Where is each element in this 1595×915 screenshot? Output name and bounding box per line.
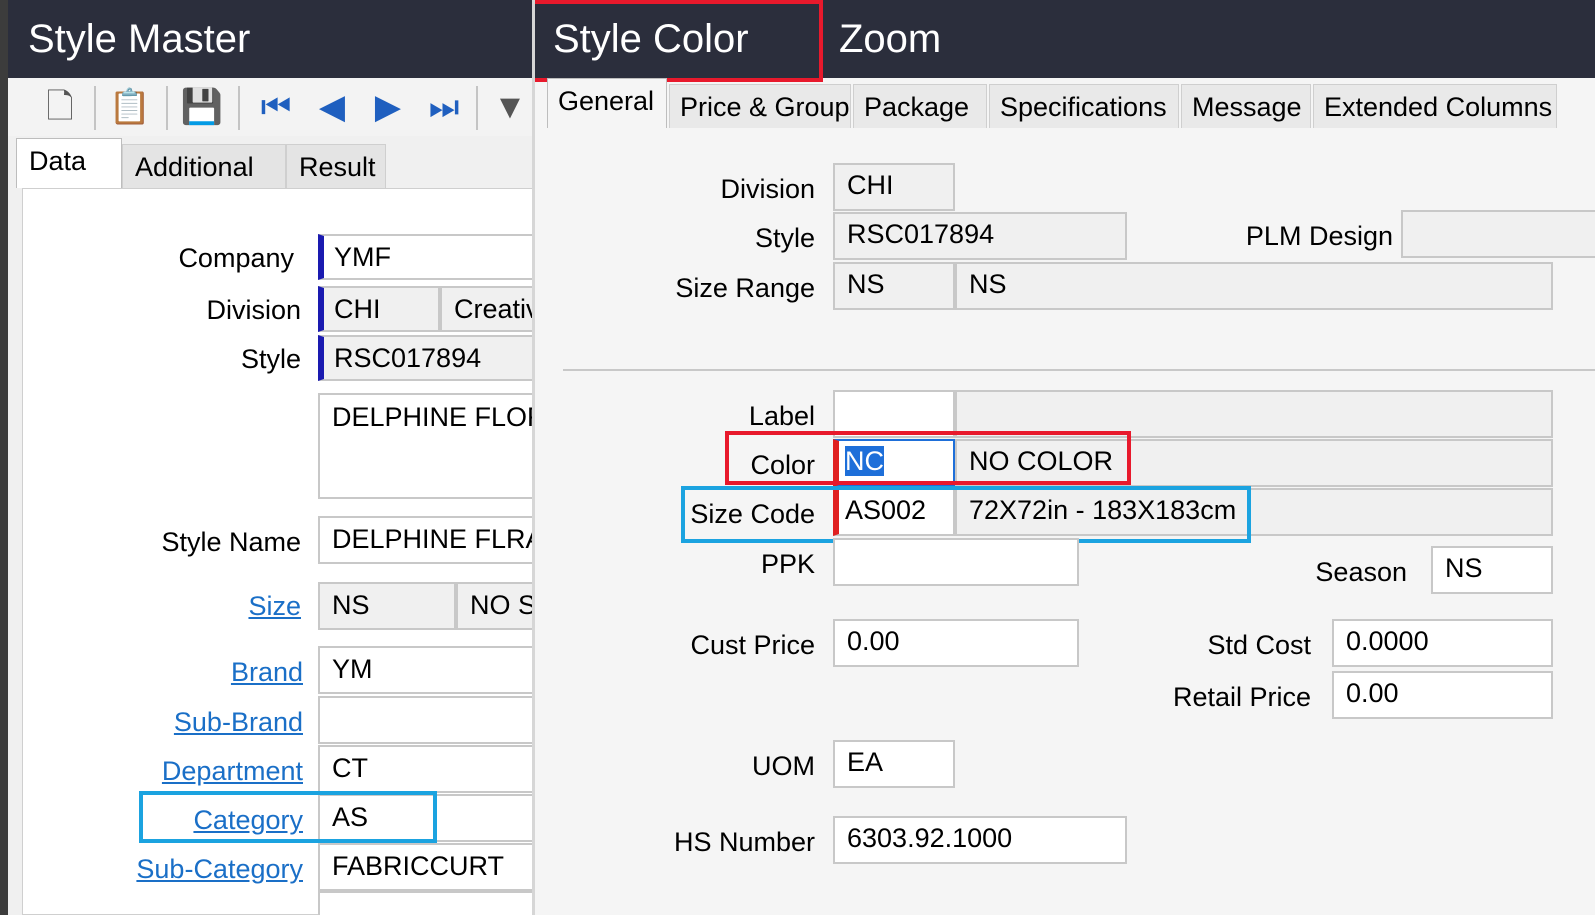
size-range-label: Size Range [675,273,815,303]
company-label: Company [178,243,294,273]
hs-number-field[interactable]: 6303.92.1000 [833,816,1127,864]
division-label: Division [206,295,301,325]
division-field[interactable]: CHI [318,286,440,332]
style-color-title-highlight [535,0,823,82]
brand-field[interactable]: YM [318,646,532,694]
std-cost-field[interactable]: 0.0000 [1332,619,1553,667]
brand-link[interactable]: Brand [68,652,303,692]
style-description-field[interactable]: DELPHINE FLOR [318,393,532,499]
toolbar-separator [476,86,478,130]
division-description: Creativ [440,286,532,332]
season-label: Season [1315,557,1407,587]
department-link[interactable]: Department [68,751,303,791]
style-color-window: Style Color Zoom General Price & Group P… [532,0,1595,915]
next-record-icon[interactable]: ▶ [364,84,412,130]
tab-price-group[interactable]: Price & Group [669,84,851,128]
tab-specifications[interactable]: Specifications [989,84,1179,128]
size-field[interactable]: NS [318,582,456,630]
section-divider [563,369,1595,371]
size-range-field[interactable]: NS [833,262,955,310]
style-master-window: Style Master 🗋 📋 💾 ⏮ ◀ ▶ ⏭ ▼ Data Additi… [0,0,532,915]
size-range-description: NS [955,262,1553,310]
uom-field[interactable]: EA [833,740,955,788]
style-master-title: Style Master [8,0,532,78]
toolbar-separator [94,86,96,130]
save-icon[interactable]: 💾 [178,84,226,130]
division-field[interactable]: CHI [833,163,955,211]
season-field[interactable]: NS [1431,546,1553,594]
first-record-icon[interactable]: ⏮ [252,84,300,130]
tab-additional-1[interactable]: Additional 1 [122,144,286,226]
toolbar-separator [166,86,168,130]
tab-package[interactable]: Package [853,84,987,128]
tab-extended-columns[interactable]: Extended Columns [1313,84,1557,128]
sub-brand-field[interactable] [318,696,532,744]
hs-number-label: HS Number [673,827,815,857]
tab-message[interactable]: Message [1181,84,1311,128]
left-tab-bar: Data Additional 1 Result [8,138,532,226]
style-name-field[interactable]: DELPHINE FLRA [318,516,532,564]
sub-brand-link[interactable]: Sub-Brand [68,702,303,742]
retail-price-field[interactable]: 0.00 [1332,671,1553,719]
label-label: Label [748,401,815,431]
color-row-highlight [725,431,1131,485]
style-label: Style [240,344,301,374]
toolbar: 🗋 📋 💾 ⏮ ◀ ▶ ⏭ ▼ [8,78,532,136]
style-field[interactable]: RSC017894 [318,335,532,381]
zoom-title: Zoom [839,17,942,61]
company-field[interactable]: YMF [318,234,532,280]
plm-design-label: PLM Design [1245,221,1393,251]
tab-result[interactable]: Result [286,144,386,188]
cust-price-label: Cust Price [690,630,815,660]
category-highlight-box [139,791,437,843]
filter-icon[interactable]: ▼ [486,84,532,130]
cust-price-field[interactable]: 0.00 [833,619,1079,667]
last-record-icon[interactable]: ⏭ [420,84,468,130]
style-name-label: Style Name [161,527,301,557]
toolbar-separator [238,86,240,130]
ppk-field[interactable] [833,538,1079,586]
style-field[interactable]: RSC017894 [833,212,1127,260]
size-description: NO S [456,582,532,630]
sub-category-field[interactable]: FABRICCURT [318,843,532,891]
style-label: Style [754,223,815,253]
tab-general[interactable]: General [547,78,667,128]
right-tab-bar: General Price & Group Package Specificat… [535,78,1595,128]
next-field[interactable] [318,891,532,915]
ppk-label: PPK [760,549,815,579]
previous-record-icon[interactable]: ◀ [308,84,356,130]
new-icon[interactable]: 🗋 [36,84,84,130]
size-link[interactable]: Size [68,586,301,626]
uom-label: UOM [752,751,815,781]
tab-data[interactable]: Data [16,138,122,188]
std-cost-label: Std Cost [1207,630,1311,660]
retail-price-label: Retail Price [1172,682,1311,712]
copy-icon[interactable]: 📋 [106,84,154,130]
department-field[interactable]: CT [318,745,532,793]
division-label: Division [720,174,815,204]
plm-design-field[interactable] [1401,210,1595,258]
sub-category-link[interactable]: Sub-Category [68,849,303,889]
size-code-row-highlight [681,486,1251,543]
